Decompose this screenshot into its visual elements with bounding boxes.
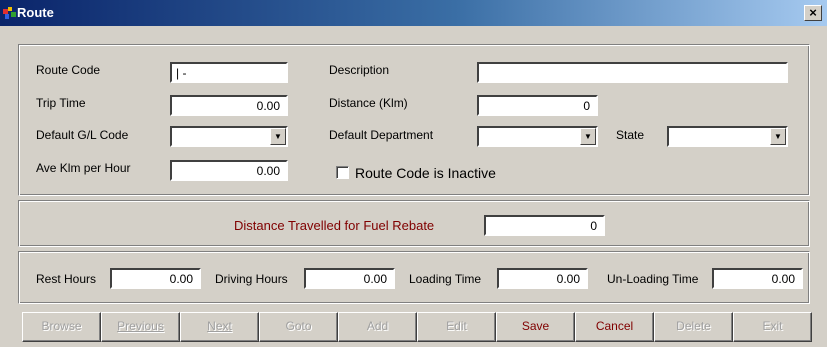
department-label: Default Department — [329, 128, 434, 142]
inactive-checkbox[interactable] — [336, 166, 349, 179]
rest-hours-label: Rest Hours — [36, 272, 97, 286]
gl-code-dropdown-button[interactable]: ▼ — [270, 128, 286, 145]
next-button[interactable]: Next — [180, 312, 259, 342]
close-button[interactable]: × — [804, 5, 822, 21]
description-input[interactable] — [477, 62, 788, 83]
cancel-button[interactable]: Cancel — [575, 312, 654, 342]
route-app-icon — [3, 7, 16, 19]
add-button[interactable]: Add — [338, 312, 417, 342]
unloading-time-label: Un-Loading Time — [607, 272, 699, 286]
unloading-time-input[interactable]: 0.00 — [712, 268, 803, 289]
state-label: State — [616, 128, 645, 142]
loading-time-input[interactable]: 0.00 — [497, 268, 588, 289]
previous-button-label: Previous — [117, 319, 164, 333]
department-dropdown-button[interactable]: ▼ — [580, 128, 596, 145]
chevron-down-icon: ▼ — [774, 132, 782, 141]
description-label: Description — [329, 63, 390, 77]
loading-time-label: Loading Time — [409, 272, 482, 286]
chevron-down-icon: ▼ — [584, 132, 592, 141]
goto-button[interactable]: Goto — [259, 312, 338, 342]
exit-button[interactable]: Exit — [733, 312, 812, 342]
inactive-label: Route Code is Inactive — [355, 165, 496, 181]
title-bar: Route — [0, 0, 827, 26]
browse-button[interactable]: Browse — [22, 312, 101, 342]
window-title: Route — [17, 5, 54, 20]
close-icon: × — [809, 5, 817, 20]
gl-code-select[interactable]: ▼ — [170, 126, 288, 147]
next-button-label: Next — [207, 319, 232, 333]
state-select[interactable]: ▼ — [667, 126, 788, 147]
driving-hours-label: Driving Hours — [215, 272, 288, 286]
state-dropdown-button[interactable]: ▼ — [770, 128, 786, 145]
chevron-down-icon: ▼ — [274, 132, 282, 141]
save-button[interactable]: Save — [496, 312, 575, 342]
department-select[interactable]: ▼ — [477, 126, 598, 147]
fuel-rebate-input[interactable]: 0 — [484, 215, 605, 236]
ave-klm-label: Ave Klm per Hour — [36, 161, 131, 175]
previous-button[interactable]: Previous — [101, 312, 180, 342]
edit-button[interactable]: Edit — [417, 312, 496, 342]
distance-label: Distance (Klm) — [329, 96, 408, 110]
route-code-label: Route Code — [36, 63, 101, 77]
distance-input[interactable]: 0 — [477, 95, 598, 116]
ave-klm-input[interactable]: 0.00 — [170, 160, 288, 181]
driving-hours-input[interactable]: 0.00 — [304, 268, 395, 289]
route-code-input[interactable]: | - — [170, 62, 288, 83]
rest-hours-input[interactable]: 0.00 — [110, 268, 201, 289]
fuel-rebate-label: Distance Travelled for Fuel Rebate — [234, 218, 435, 233]
gl-code-label: Default G/L Code — [36, 128, 129, 142]
trip-time-input[interactable]: 0.00 — [170, 95, 288, 116]
trip-time-label: Trip Time — [36, 96, 86, 110]
delete-button[interactable]: Delete — [654, 312, 733, 342]
